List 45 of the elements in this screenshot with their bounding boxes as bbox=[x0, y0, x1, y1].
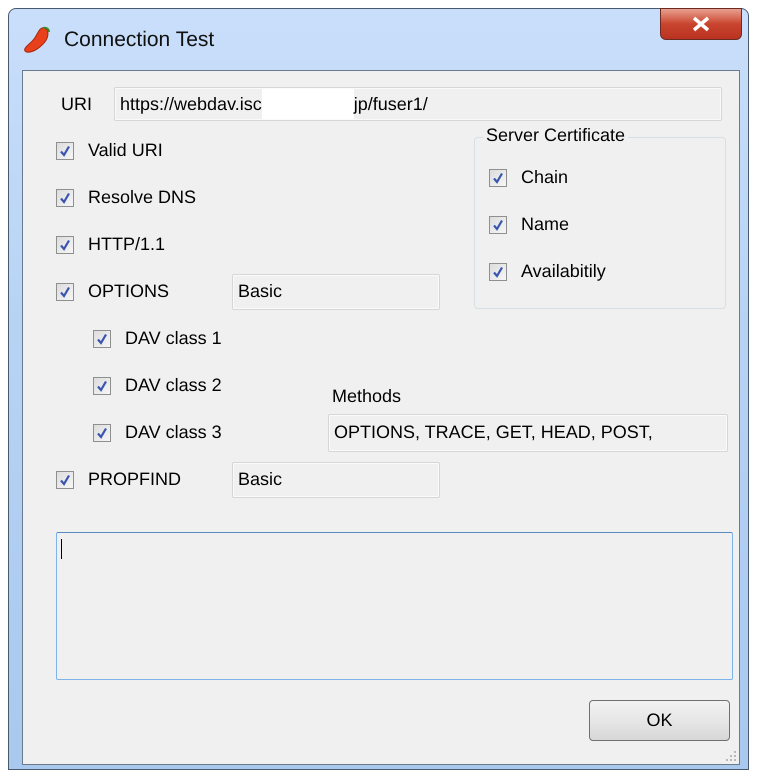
checkmark-icon bbox=[96, 332, 108, 344]
checkbox-label: Availabitily bbox=[521, 261, 606, 282]
checkbox-label: DAV class 1 bbox=[125, 328, 222, 349]
window-title: Connection Test bbox=[64, 28, 214, 52]
checkbox[interactable] bbox=[489, 168, 507, 186]
uri-label: URI bbox=[60, 94, 93, 114]
auth-field[interactable]: Basic bbox=[232, 274, 440, 310]
checkbox[interactable] bbox=[93, 330, 111, 348]
checkbox-label: Chain bbox=[521, 167, 568, 188]
checkmark-icon bbox=[492, 266, 504, 278]
checkmark-icon bbox=[59, 474, 71, 486]
checkbox[interactable] bbox=[56, 188, 74, 206]
checkmark-icon bbox=[59, 286, 71, 298]
checkmark-icon bbox=[492, 172, 504, 184]
checkbox[interactable] bbox=[489, 216, 507, 234]
checkmark-icon bbox=[59, 192, 71, 204]
checkbox-label: HTTP/1.1 bbox=[88, 234, 166, 255]
checkbox-label: Name bbox=[521, 214, 570, 235]
checkbox[interactable] bbox=[56, 236, 74, 254]
resize-grip-icon[interactable] bbox=[725, 750, 737, 762]
auth-field[interactable]: Basic bbox=[232, 462, 440, 498]
methods-field[interactable]: OPTIONS, TRACE, GET, HEAD, POST, bbox=[328, 414, 728, 452]
checkmark-icon bbox=[59, 238, 71, 250]
checkbox[interactable] bbox=[489, 262, 507, 280]
checkbox-label: DAV class 2 bbox=[125, 375, 222, 396]
checkbox-label: Resolve DNS bbox=[88, 187, 196, 208]
checkbox-label: DAV class 3 bbox=[125, 422, 222, 443]
checkbox[interactable] bbox=[93, 376, 111, 394]
checkbox[interactable] bbox=[56, 470, 74, 488]
checkmark-icon bbox=[492, 218, 504, 230]
uri-field[interactable]: https://webdav.isc jp/fuser1/ bbox=[114, 87, 722, 121]
close-button[interactable] bbox=[660, 8, 742, 40]
methods-label: Methods bbox=[332, 386, 402, 407]
checkmark-icon bbox=[59, 144, 71, 156]
checkbox[interactable] bbox=[56, 282, 74, 300]
checkmark-icon bbox=[96, 426, 108, 438]
checkbox-label: OPTIONS bbox=[88, 281, 170, 302]
checkmark-icon bbox=[96, 380, 108, 392]
ok-button[interactable]: OK bbox=[589, 700, 730, 741]
checkbox[interactable] bbox=[56, 142, 74, 160]
chili-icon bbox=[22, 24, 52, 54]
close-icon bbox=[691, 16, 711, 32]
checkbox-label: Valid URI bbox=[88, 140, 163, 161]
checkbox[interactable] bbox=[93, 424, 111, 442]
checkbox-label: PROPFIND bbox=[88, 469, 182, 490]
